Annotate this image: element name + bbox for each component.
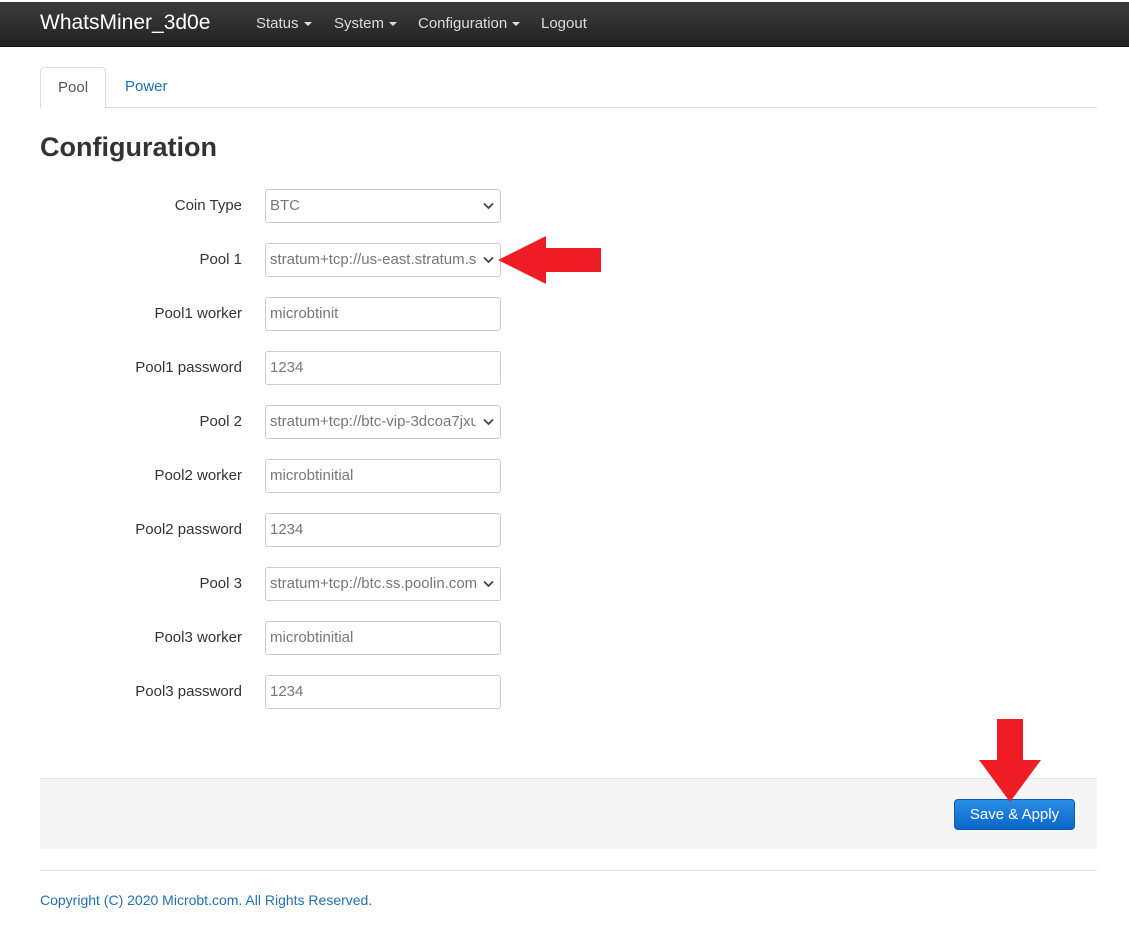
pool2-select[interactable]: stratum+tcp://btc-vip-3dcoa7jxu.devfee.a…: [265, 405, 501, 439]
nav-status-label: Status: [256, 15, 299, 32]
form-row-pool1-worker: Pool1 worker microbtinit: [0, 297, 520, 331]
page-title: Configuration: [40, 132, 217, 162]
copyright-link[interactable]: Copyright (C) 2020 Microbt.com. All Righ…: [40, 891, 372, 909]
form-row-pool1-password: Pool1 password 1234: [0, 351, 520, 385]
nav-status[interactable]: Status: [256, 2, 312, 47]
coin-type-select[interactable]: BTC: [265, 189, 501, 223]
pool2-value: stratum+tcp://btc-vip-3dcoa7jxu.devfee.a…: [270, 413, 476, 430]
pool3-worker-input[interactable]: microbtinitial: [265, 621, 501, 655]
form-row-pool1: Pool 1 stratum+tcp://us-east.stratum.slu…: [0, 243, 520, 277]
pool1-worker-label: Pool1 worker: [154, 305, 242, 322]
tab-bar: Pool Power: [40, 67, 1097, 109]
tab-power[interactable]: Power: [108, 67, 185, 108]
chevron-down-icon: [483, 568, 494, 600]
brand-title[interactable]: WhatsMiner_3d0e: [40, 9, 210, 37]
nav-configuration[interactable]: Configuration: [418, 2, 521, 47]
nav-configuration-label: Configuration: [418, 15, 508, 32]
pool1-worker-input[interactable]: microbtinit: [265, 297, 501, 331]
pool2-worker-input[interactable]: microbtinitial: [265, 459, 501, 493]
caret-down-icon: [303, 22, 312, 27]
form-row-pool2-password: Pool2 password 1234: [0, 513, 520, 547]
form-row-coin-type: Coin Type BTC: [0, 189, 520, 223]
footer-divider: [40, 870, 1097, 871]
pool3-password-label: Pool3 password: [135, 683, 242, 700]
pool2-label: Pool 2: [199, 413, 242, 430]
pool1-label: Pool 1: [199, 251, 242, 268]
chevron-down-icon: [483, 190, 494, 222]
form-row-pool2-worker: Pool2 worker microbtinitial: [0, 459, 520, 493]
pool1-select[interactable]: stratum+tcp://us-east.stratum.slushpool.…: [265, 243, 501, 277]
pool2-password-label: Pool2 password: [135, 521, 242, 538]
red-arrow-down-icon: [979, 719, 1041, 802]
pool3-value: stratum+tcp://btc.ss.poolin.com:443: [270, 575, 476, 592]
pool2-password-input[interactable]: 1234: [265, 513, 501, 547]
form-row-pool3-worker: Pool3 worker microbtinitial: [0, 621, 520, 655]
nav-logout[interactable]: Logout: [541, 2, 587, 47]
caret-down-icon: [512, 22, 521, 27]
form-row-pool3-password: Pool3 password 1234: [0, 675, 520, 709]
pool1-password-input[interactable]: 1234: [265, 351, 501, 385]
coin-type-value: BTC: [270, 197, 300, 214]
save-apply-button[interactable]: Save & Apply: [954, 799, 1075, 830]
nav-system[interactable]: System: [334, 2, 398, 47]
caret-down-icon: [389, 22, 398, 27]
coin-type-label: Coin Type: [174, 197, 242, 214]
pool2-worker-label: Pool2 worker: [154, 467, 242, 484]
pool3-password-input[interactable]: 1234: [265, 675, 501, 709]
pool1-password-label: Pool1 password: [135, 359, 242, 376]
form-row-pool2: Pool 2 stratum+tcp://btc-vip-3dcoa7jxu.d…: [0, 405, 520, 439]
nav-logout-label: Logout: [541, 15, 587, 32]
pool3-select[interactable]: stratum+tcp://btc.ss.poolin.com:443: [265, 567, 501, 601]
chevron-down-icon: [483, 244, 494, 276]
top-navbar: WhatsMiner_3d0e Status System Configurat…: [0, 2, 1129, 47]
pool1-value: stratum+tcp://us-east.stratum.slushpool.…: [270, 251, 476, 268]
red-arrow-left-icon: [498, 236, 601, 284]
form-row-pool3: Pool 3 stratum+tcp://btc.ss.poolin.com:4…: [0, 567, 520, 601]
nav-system-label: System: [334, 15, 385, 32]
pool3-label: Pool 3: [199, 575, 242, 592]
pool3-worker-label: Pool3 worker: [154, 629, 242, 646]
form-actions-bar: Save & Apply: [40, 778, 1097, 849]
chevron-down-icon: [483, 406, 494, 438]
tab-pool[interactable]: Pool: [40, 67, 107, 109]
